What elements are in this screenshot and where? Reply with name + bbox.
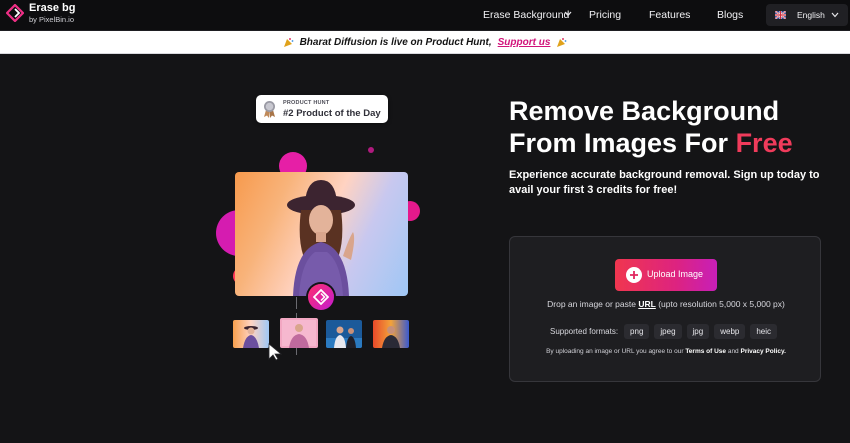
woman-figure-image bbox=[287, 180, 355, 296]
chevron-down-icon bbox=[831, 12, 839, 18]
upload-button-label: Upload Image bbox=[647, 269, 704, 279]
sample-thumbnail-2[interactable] bbox=[280, 318, 318, 348]
connector-line bbox=[296, 297, 297, 309]
chevron-down-icon[interactable] bbox=[564, 11, 572, 17]
privacy-policy-link[interactable]: Privacy Policy. bbox=[741, 348, 786, 355]
support-us-link[interactable]: Support us bbox=[498, 37, 551, 48]
terms-notice: By uploading an image or URL you agree t… bbox=[510, 348, 822, 355]
format-chip-heic: heic bbox=[750, 323, 778, 339]
erase-bg-logo-icon bbox=[6, 4, 24, 23]
erase-bg-logo-badge bbox=[308, 284, 334, 310]
hero-description: Experience accurate background removal. … bbox=[509, 169, 820, 196]
upload-image-button[interactable]: Upload Image bbox=[615, 259, 717, 291]
party-popper-icon bbox=[283, 37, 293, 47]
sample-thumbnail-4[interactable] bbox=[373, 320, 409, 348]
announcement-banner: Bharat Diffusion is live on Product Hunt… bbox=[0, 31, 850, 54]
uk-flag-icon bbox=[775, 11, 786, 19]
terms-prefix: By uploading an image or URL you agree t… bbox=[546, 348, 684, 355]
drop-prefix: Drop an image or paste bbox=[547, 299, 636, 309]
demo-photo bbox=[235, 172, 408, 296]
drop-suffix: (upto resolution 5,000 x 5,000 px) bbox=[658, 299, 785, 309]
logo-title: Erase bg bbox=[29, 2, 76, 14]
formats-label: Supported formats: bbox=[550, 326, 619, 336]
plus-icon bbox=[626, 267, 642, 283]
logo[interactable]: Erase bg by PixelBin.io bbox=[6, 3, 75, 24]
format-chip-webp: webp bbox=[714, 323, 746, 339]
language-selector[interactable]: English bbox=[766, 4, 848, 26]
nav-pricing[interactable]: Pricing bbox=[589, 9, 621, 21]
erase-bg-logo-icon bbox=[313, 289, 329, 305]
decorative-dot bbox=[368, 147, 374, 153]
format-chip-jpeg: jpeg bbox=[654, 323, 682, 339]
hero-title-line1: Remove Background bbox=[509, 96, 780, 126]
top-navbar: Erase bg by PixelBin.io Erase Background… bbox=[0, 0, 850, 31]
product-hunt-badge[interactable]: PRODUCT HUNT #2 Product of the Day bbox=[256, 95, 388, 123]
sample-thumbnail-1[interactable] bbox=[233, 320, 269, 348]
terms-and: and bbox=[727, 348, 739, 355]
badge-small-text: PRODUCT HUNT bbox=[283, 100, 330, 106]
hero-title-line2: From Images For bbox=[509, 128, 729, 158]
nav-blogs[interactable]: Blogs bbox=[717, 9, 743, 21]
hero-title: Remove Background From Images For Free bbox=[509, 95, 829, 159]
language-label: English bbox=[797, 10, 825, 20]
paste-url-link[interactable]: URL bbox=[638, 299, 655, 309]
nav-features[interactable]: Features bbox=[649, 9, 690, 21]
mouse-cursor-icon bbox=[268, 343, 283, 361]
medal-icon bbox=[264, 101, 275, 118]
badge-title: #2 Product of the Day bbox=[283, 108, 381, 119]
upload-card[interactable]: Upload Image Drop an image or paste URL … bbox=[509, 236, 821, 382]
logo-subtitle: by PixelBin.io bbox=[29, 15, 75, 24]
banner-text: Bharat Diffusion is live on Product Hunt… bbox=[299, 36, 492, 48]
supported-formats: Supported formats: png jpeg jpg webp hei… bbox=[550, 323, 782, 339]
drop-instructions: Drop an image or paste URL (upto resolut… bbox=[510, 299, 822, 309]
format-chip-png: png bbox=[624, 323, 650, 339]
sample-thumbnail-3[interactable] bbox=[326, 320, 362, 348]
terms-of-use-link[interactable]: Terms of Use bbox=[685, 348, 726, 355]
nav-erase-background[interactable]: Erase Background bbox=[483, 9, 569, 21]
hero-title-highlight: Free bbox=[735, 128, 793, 158]
party-popper-icon bbox=[557, 37, 567, 47]
format-chip-jpg: jpg bbox=[686, 323, 710, 339]
